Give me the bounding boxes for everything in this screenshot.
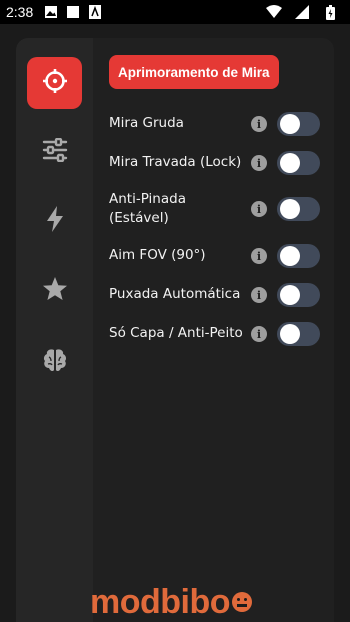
info-icon[interactable]: i bbox=[251, 155, 267, 171]
info-icon[interactable]: i bbox=[251, 248, 267, 264]
head-only-toggle[interactable] bbox=[277, 322, 320, 346]
sidebar-item-ai[interactable] bbox=[27, 336, 82, 388]
sidebar-item-boost[interactable] bbox=[27, 195, 82, 247]
aim-enhancement-header-button[interactable]: Aprimoramento de Mira bbox=[109, 55, 279, 89]
menu-panel: Aprimoramento de Mira Mira Gruda i Mira … bbox=[16, 38, 334, 622]
star-icon bbox=[42, 276, 68, 306]
sidebar bbox=[16, 38, 93, 622]
sidebar-item-aim[interactable] bbox=[27, 57, 82, 109]
aim-fov-toggle[interactable] bbox=[277, 244, 320, 268]
battery-icon bbox=[322, 4, 338, 20]
option-row: Anti-Pinada (Estável) i bbox=[109, 190, 324, 228]
option-row: Aim FOV (90°) i bbox=[109, 244, 324, 268]
toggle-knob bbox=[280, 246, 300, 266]
toggle-knob bbox=[280, 199, 300, 219]
app-icon bbox=[87, 4, 103, 20]
image-icon bbox=[43, 4, 59, 20]
lightning-icon bbox=[45, 206, 65, 236]
signal-icon bbox=[294, 4, 310, 20]
sidebar-item-favorites[interactable] bbox=[27, 265, 82, 317]
square-icon bbox=[65, 4, 81, 20]
option-row: Só Capa / Anti-Peito i bbox=[109, 322, 324, 346]
option-label: Anti-Pinada (Estável) bbox=[109, 191, 186, 226]
option-label: Aim FOV (90°) bbox=[109, 247, 206, 263]
option-row: Mira Gruda i bbox=[109, 112, 324, 136]
option-label: Puxada Automática bbox=[109, 286, 241, 302]
toggle-knob bbox=[280, 153, 300, 173]
toggle-knob bbox=[280, 285, 300, 305]
anti-shake-toggle[interactable] bbox=[277, 197, 320, 221]
wifi-icon bbox=[266, 4, 282, 20]
info-icon[interactable]: i bbox=[251, 287, 267, 303]
option-row: Mira Travada (Lock) i bbox=[109, 151, 324, 175]
option-label: Mira Gruda bbox=[109, 115, 184, 131]
toggle-knob bbox=[280, 324, 300, 344]
brand-watermark: modbibo bbox=[90, 582, 270, 622]
sidebar-item-settings[interactable] bbox=[27, 126, 82, 178]
info-icon[interactable]: i bbox=[251, 201, 267, 217]
toggle-knob bbox=[280, 114, 300, 134]
info-icon[interactable]: i bbox=[251, 326, 267, 342]
status-bar: 2:38 bbox=[0, 0, 350, 24]
sticky-aim-toggle[interactable] bbox=[277, 112, 320, 136]
option-row: Puxada Automática i bbox=[109, 283, 324, 307]
status-time: 2:38 bbox=[6, 4, 34, 20]
option-label: Mira Travada (Lock) bbox=[109, 154, 242, 170]
sliders-icon bbox=[42, 137, 68, 166]
info-icon[interactable]: i bbox=[251, 116, 267, 132]
crosshair-icon bbox=[41, 67, 69, 99]
auto-pull-toggle[interactable] bbox=[277, 283, 320, 307]
brand-logo-text: modbibo bbox=[90, 582, 231, 621]
brand-face-icon bbox=[231, 591, 253, 613]
option-label: Só Capa / Anti-Peito bbox=[109, 325, 243, 341]
aim-lock-toggle[interactable] bbox=[277, 151, 320, 175]
brain-icon bbox=[42, 348, 68, 376]
